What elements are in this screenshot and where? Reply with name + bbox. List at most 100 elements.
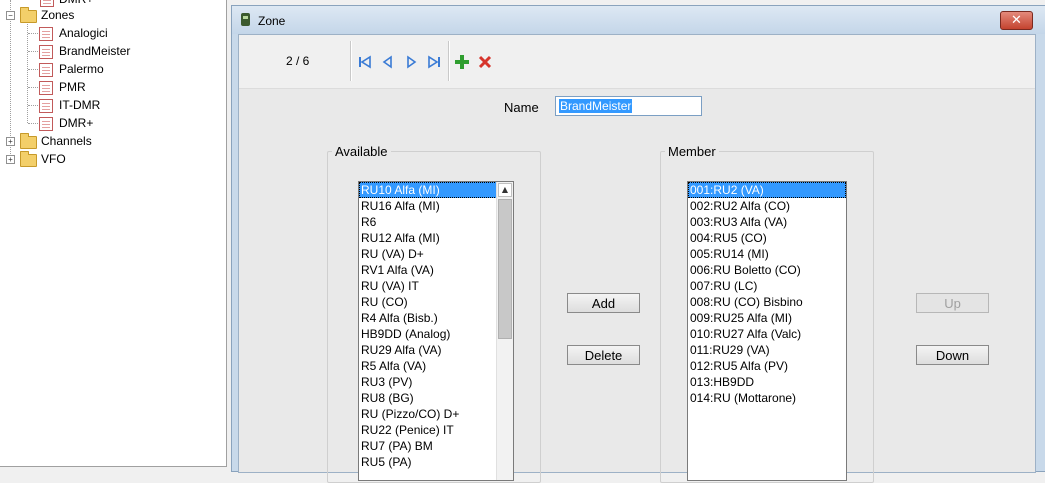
member-listbox[interactable]: 001:RU2 (VA) 002:RU2 Alfa (CO) 003:RU3 Alf… — [687, 181, 847, 481]
tree-connector — [28, 33, 38, 34]
name-field[interactable]: BrandMeister — [555, 96, 702, 116]
tree-connector — [28, 123, 38, 124]
available-list-item[interactable]: RU16 Alfa (MI) — [359, 198, 497, 214]
member-list-item[interactable]: 014:RU (Mottarone) — [688, 390, 846, 406]
member-list-item[interactable]: 013:HB9DD — [688, 374, 846, 390]
available-list-item[interactable]: RU22 (Penice) IT — [359, 422, 497, 438]
available-list-item[interactable]: RU (VA) IT — [359, 278, 497, 294]
tree-item-label: Analogici — [59, 26, 108, 40]
member-list-item[interactable]: 012:RU5 Alfa (PV) — [688, 358, 846, 374]
last-record-icon[interactable] — [426, 54, 442, 70]
toolbar-separator — [350, 41, 352, 81]
available-list-item[interactable]: R6 — [359, 214, 497, 230]
tree-item-label: IT-DMR — [59, 98, 101, 112]
tree-item-label: VFO — [41, 152, 66, 166]
tree-connector — [28, 87, 38, 88]
tree-item-zones[interactable]: − Zones — [5, 6, 205, 24]
member-list-item[interactable]: 010:RU27 Alfa (Valc) — [688, 326, 846, 342]
member-list-item[interactable]: 007:RU (LC) — [688, 278, 846, 294]
tree-item-channels[interactable]: + Channels — [5, 132, 205, 150]
vertical-scrollbar[interactable]: ▲ — [496, 182, 513, 480]
title-bar[interactable]: Zone ✕ — [232, 6, 1045, 34]
name-value: BrandMeister — [559, 99, 633, 113]
add-button[interactable]: Add — [567, 293, 640, 313]
available-list-item[interactable]: RU29 Alfa (VA) — [359, 342, 497, 358]
zone-icon — [39, 63, 53, 77]
available-list-item[interactable]: R4 Alfa (Bisb.) — [359, 310, 497, 326]
tree-item-zone[interactable]: PMR — [28, 78, 218, 96]
member-list-item[interactable]: 011:RU29 (VA) — [688, 342, 846, 358]
scroll-up-icon[interactable]: ▲ — [498, 183, 512, 197]
zone-icon — [39, 27, 53, 41]
close-button[interactable]: ✕ — [1000, 11, 1033, 30]
member-group: Member 001:RU2 (VA) 002:RU2 Alfa (CO) 003:… — [660, 144, 874, 483]
available-list-item[interactable]: RU12 Alfa (MI) — [359, 230, 497, 246]
member-list-item[interactable]: 008:RU (CO) Bisbino — [688, 294, 846, 310]
member-list-item[interactable]: 001:RU2 (VA) — [688, 182, 846, 198]
member-label: Member — [665, 144, 719, 159]
tree-item-zone[interactable]: DMR+ — [28, 114, 218, 132]
available-listbox[interactable]: RU10 Alfa (MI) RU16 Alfa (MI) R6 RU12 Alfa … — [358, 181, 514, 481]
folder-icon — [20, 151, 37, 167]
first-record-icon[interactable] — [357, 54, 373, 70]
tree-item-label: Channels — [41, 134, 92, 148]
member-list-item[interactable]: 003:RU3 Alfa (VA) — [688, 214, 846, 230]
zone-icon — [39, 117, 53, 131]
available-list-item[interactable]: RU8 (BG) — [359, 390, 497, 406]
expand-icon[interactable]: + — [6, 155, 15, 164]
available-list-item[interactable]: RV1 Alfa (VA) — [359, 262, 497, 278]
available-list-item[interactable]: RU (VA) D+ — [359, 246, 497, 262]
tree-connector — [28, 51, 38, 52]
member-list-item[interactable]: 005:RU14 (MI) — [688, 246, 846, 262]
available-list-item[interactable]: RU5 (PA) — [359, 454, 497, 470]
tree-item-label: BrandMeister — [59, 44, 131, 58]
next-record-icon[interactable] — [403, 54, 419, 70]
available-group: Available RU10 Alfa (MI) RU16 Alfa (MI) R6… — [327, 144, 541, 483]
tree-item-zone[interactable]: Analogici — [28, 24, 218, 42]
tree-item-zone[interactable]: IT-DMR — [28, 96, 218, 114]
available-list-item[interactable]: HB9DD (Analog) — [359, 326, 497, 342]
tree-item-zone[interactable]: BrandMeister — [28, 42, 218, 60]
scrollbar-thumb[interactable] — [498, 199, 512, 339]
available-list-item[interactable]: RU (CO) — [359, 294, 497, 310]
previous-record-icon[interactable] — [380, 54, 396, 70]
up-button[interactable]: Up — [916, 293, 989, 313]
tree-panel: DMR+ − Zones Analogici BrandMeister Palerm… — [0, 0, 227, 467]
tree-item-label: DMR+ — [59, 116, 94, 130]
add-record-icon[interactable] — [454, 54, 470, 70]
tree-item-label: Zones — [41, 8, 75, 22]
zone-window: Zone ✕ 2 / 6 Name BrandMeister Available… — [231, 5, 1045, 483]
folder-icon — [20, 7, 37, 23]
collapse-icon[interactable]: − — [6, 11, 15, 20]
tree-item-label: Palermo — [59, 62, 104, 76]
name-label: Name — [504, 100, 539, 115]
toolbar: 2 / 6 — [239, 35, 1035, 89]
member-list-item[interactable]: 006:RU Boletto (CO) — [688, 262, 846, 278]
toolbar-separator — [448, 41, 450, 81]
zone-icon — [39, 81, 53, 95]
expand-icon[interactable]: + — [6, 137, 15, 146]
folder-icon — [20, 133, 37, 149]
member-list-item[interactable]: 002:RU2 Alfa (CO) — [688, 198, 846, 214]
member-list-item[interactable]: 004:RU5 (CO) — [688, 230, 846, 246]
available-list-item[interactable]: R5 Alfa (VA) — [359, 358, 497, 374]
delete-button[interactable]: Delete — [567, 345, 640, 365]
radio-icon — [241, 13, 250, 26]
tree-item-zone[interactable]: Palermo — [28, 60, 218, 78]
window-client: 2 / 6 Name BrandMeister Available RU10 A… — [238, 34, 1036, 483]
delete-record-icon[interactable] — [477, 54, 493, 70]
tree-connector — [28, 69, 38, 70]
available-list-item[interactable]: RU7 (PA) BM — [359, 438, 497, 454]
available-list-item[interactable]: RU10 Alfa (MI) — [359, 182, 497, 198]
zone-icon — [39, 99, 53, 113]
tree-connector — [28, 105, 38, 106]
zone-form: Name BrandMeister Available RU10 Alfa (M… — [239, 89, 1035, 483]
available-list-item[interactable]: RU3 (PV) — [359, 374, 497, 390]
down-button[interactable]: Down — [916, 345, 989, 365]
member-list-item[interactable]: 009:RU25 Alfa (MI) — [688, 310, 846, 326]
available-list-item[interactable]: RU (Pizzo/CO) D+ — [359, 406, 497, 422]
tree-item-vfo[interactable]: + VFO — [5, 150, 205, 168]
available-label: Available — [332, 144, 391, 159]
window-title: Zone — [258, 14, 286, 28]
zone-icon — [39, 45, 53, 59]
